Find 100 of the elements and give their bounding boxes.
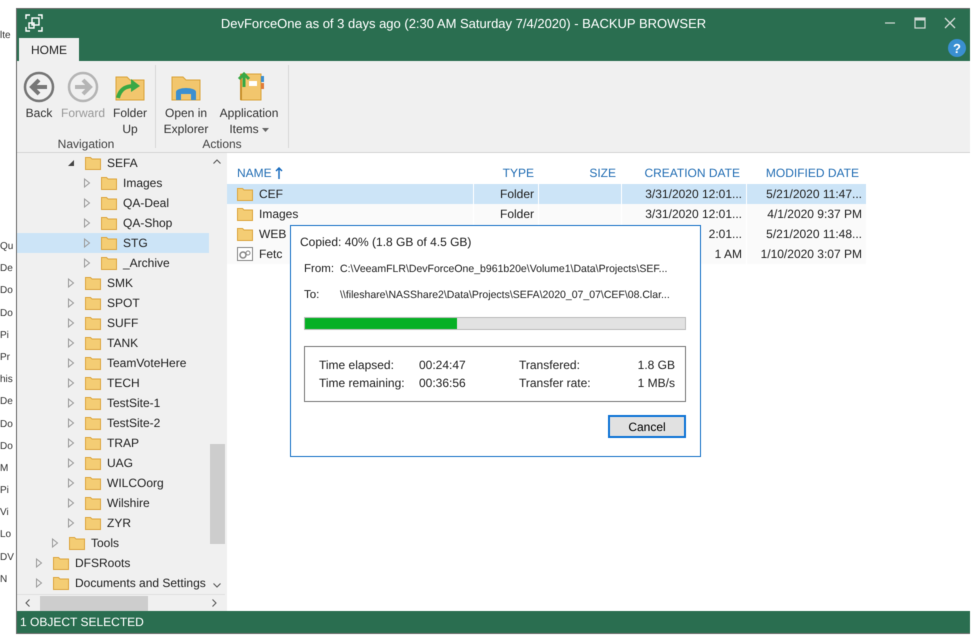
tree-item[interactable]: Wilshire: [17, 493, 209, 513]
tree-item[interactable]: TANK: [17, 333, 209, 353]
folder-icon: [237, 227, 253, 241]
column-header[interactable]: CREATION DATE: [620, 163, 744, 183]
scroll-up-icon[interactable]: [213, 159, 221, 164]
folder-icon: [101, 236, 117, 250]
column-header[interactable]: MODIFIED DATE: [744, 163, 863, 183]
background-text: Do: [0, 418, 14, 430]
folder-icon: [85, 276, 101, 290]
file-row[interactable]: CEF Folder 3/31/2020 12:01... 5/21/2020 11:47...: [227, 184, 970, 204]
scroll-right-icon[interactable]: [212, 599, 217, 607]
background-text: Do: [0, 440, 14, 452]
folder-icon: [101, 176, 117, 190]
file-gear-icon: [237, 247, 253, 261]
ribbon-tab[interactable]: HOME: [19, 38, 79, 61]
scroll-thumb[interactable]: [40, 596, 148, 610]
folder-icon: [85, 416, 101, 430]
group-label: Actions: [202, 137, 242, 153]
folder-icon: [237, 207, 253, 221]
table-cell: CEF: [259, 187, 283, 201]
background-text: De: [0, 396, 14, 408]
table-cell: 1 AM: [714, 247, 742, 261]
folder-icon: [101, 256, 117, 270]
stat-value: 1.8 GB: [638, 358, 675, 372]
tree-item[interactable]: STG: [17, 233, 209, 253]
ribbon-button[interactable]: Open in Explorer: [160, 71, 212, 137]
tree-item[interactable]: QA-Shop: [17, 213, 209, 233]
stat-value: 00:36:56: [419, 376, 467, 390]
stat-label: Transfered:: [519, 358, 581, 372]
file-row[interactable]: Images Folder 3/31/2020 12:01... 4/1/2020 9:37 PM: [227, 204, 970, 224]
sort-ascending-icon: [274, 167, 283, 179]
expanded-icon[interactable]: [67, 159, 75, 167]
folder-icon: [85, 376, 101, 390]
folder-icon: [101, 196, 117, 210]
stat-value: 00:24:47: [419, 358, 467, 372]
caret-icon: [262, 128, 269, 132]
stat-label: Time elapsed:: [319, 358, 395, 372]
folder-icon: [85, 476, 101, 490]
column-header[interactable]: NAME: [227, 163, 473, 183]
table-cell: Fetc: [259, 247, 282, 261]
status-text: 1 OBJECT SELECTED: [20, 615, 144, 629]
tree-item[interactable]: SPOT: [17, 293, 209, 313]
app-logo-icon: [25, 14, 43, 32]
folder-icon: [101, 216, 117, 230]
table-cell: Folder: [500, 207, 534, 221]
folder-icon: [53, 576, 69, 590]
background-text: Pr: [0, 352, 11, 363]
background-text: Do: [0, 308, 14, 319]
background-text: DV: [0, 552, 15, 563]
background-text: Vi: [0, 507, 10, 518]
table-cell: 3/31/2020 12:01...: [645, 187, 742, 201]
table-cell: 4/1/2020 9:37 PM: [767, 207, 862, 221]
tree-item[interactable]: Tools: [17, 533, 209, 553]
tree-item[interactable]: _Archive: [17, 253, 209, 273]
tree-item[interactable]: TRAP: [17, 433, 209, 453]
table-cell: WEB: [259, 227, 286, 241]
ribbon-button[interactable]: Folder Up: [109, 71, 152, 137]
folder-icon: [85, 156, 101, 170]
folder-icon: [69, 536, 85, 550]
progress-title: Copied: 40% (1.8 GB of 4.5 GB): [300, 235, 472, 249]
cancel-button[interactable]: Cancel: [608, 415, 686, 438]
source-path: C:\VeeamFLR\DevForceOne_b961b20e\Volume1\Data\Projects\SEF...: [340, 263, 668, 275]
tree-item[interactable]: TestSite-2: [17, 413, 209, 433]
to-label: To:: [304, 289, 320, 301]
scroll-left-icon[interactable]: [25, 599, 30, 607]
background-text: Qu: [0, 241, 14, 252]
ribbon-button[interactable]: Application Items: [214, 71, 284, 137]
tree-item[interactable]: SEFA: [17, 153, 209, 173]
background-text: Pi: [0, 330, 10, 341]
background-text: Do: [0, 285, 14, 296]
column-header[interactable]: SIZE: [538, 163, 620, 183]
tree-item[interactable]: DFSRoots: [17, 553, 209, 573]
tree-item[interactable]: TECH: [17, 373, 209, 393]
folder-icon: [85, 336, 101, 350]
tree-item[interactable]: QA-Deal: [17, 193, 209, 213]
window-title: DevForceOne as of 3 days ago (2:30 AM Saturday 7/4/2020) - BACKUP BROWSER: [220, 16, 708, 30]
column-header[interactable]: TYPE: [473, 163, 538, 183]
maximize-icon[interactable]: [914, 17, 926, 29]
tree-item[interactable]: SUFF: [17, 313, 209, 333]
tree-item[interactable]: WILCOorg: [17, 473, 209, 493]
group-label: Navigation: [58, 137, 114, 153]
folder-icon: [85, 316, 101, 330]
ribbon-button[interactable]: Back: [21, 71, 57, 137]
stat-label: Transfer rate:: [519, 376, 592, 390]
tree-item[interactable]: UAG: [17, 453, 209, 473]
table-cell: 5/21/2020 11:47...: [766, 187, 862, 201]
tree-item[interactable]: Images: [17, 173, 209, 193]
folder-icon: [85, 296, 101, 310]
tree-item[interactable]: SMK: [17, 273, 209, 293]
folder-icon: [85, 516, 101, 530]
close-icon[interactable]: [944, 17, 956, 29]
horizontal-scrollbar[interactable]: [17, 594, 225, 611]
scroll-down-icon[interactable]: [213, 583, 221, 588]
scroll-thumb[interactable]: [210, 444, 224, 544]
tree-item[interactable]: ZYR: [17, 513, 209, 533]
tree-item[interactable]: TeamVoteHere: [17, 353, 209, 373]
background-text: Lo: [0, 529, 12, 540]
from-label: From:: [304, 263, 336, 275]
tree-item[interactable]: Documents and Settings: [17, 573, 209, 593]
tree-item[interactable]: TestSite-1: [17, 393, 209, 413]
